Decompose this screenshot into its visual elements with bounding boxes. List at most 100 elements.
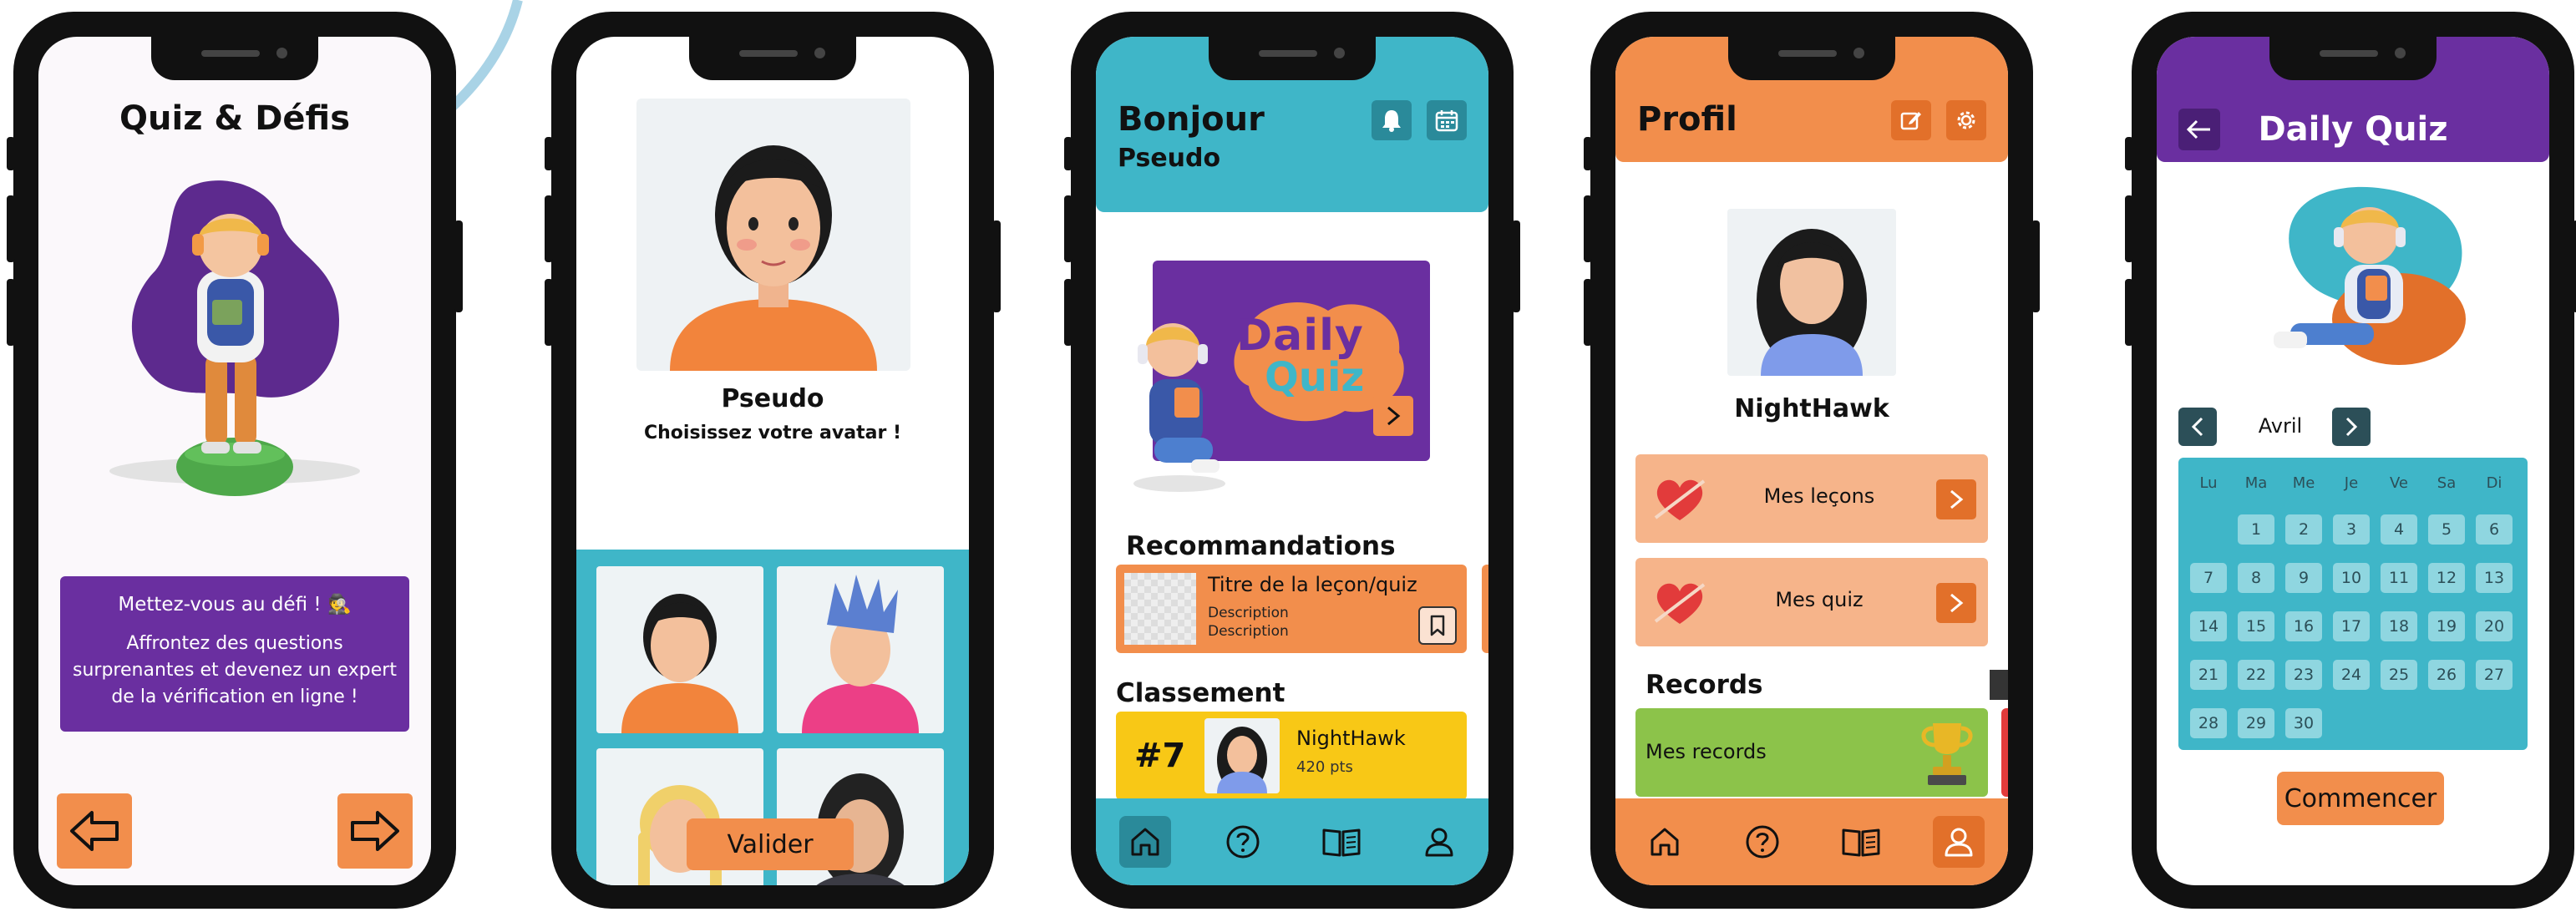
challenge-line2: Affrontez des questions surprenantes et … [73,633,397,707]
next-recommendation-card-peek[interactable] [1482,565,1488,653]
my-records-card[interactable]: Mes records [1635,708,1988,797]
calendar-day[interactable]: 12 [2428,563,2465,593]
my-lessons-row[interactable]: Mes leçons [1635,454,1988,543]
lesson-thumbnail [1124,573,1196,645]
book-icon [1322,828,1361,857]
home-icon [1131,828,1159,856]
page-title: Profil [1637,100,1737,139]
open-lessons-button[interactable] [1936,479,1976,519]
calendar-day[interactable]: 17 [2333,611,2370,641]
chevron-right-icon [2345,417,2358,437]
nav-home[interactable] [1118,816,1171,868]
weekday-label: Ma [2244,474,2268,492]
calendar-day[interactable]: 9 [2285,563,2322,593]
bookmark-icon [1430,615,1445,636]
rank-username: NightHawk [1296,727,1406,750]
previous-button[interactable] [57,793,132,869]
calendar-button[interactable] [1427,100,1467,140]
calendar-day[interactable]: 3 [2333,514,2370,545]
edit-icon [1900,112,1921,130]
avatar-option-2[interactable] [777,566,944,733]
calendar-day[interactable]: 29 [2238,708,2274,738]
next-section-title-peek [1990,670,2008,700]
calendar-day[interactable]: 30 [2285,708,2322,738]
calendar-day[interactable]: 19 [2428,611,2465,641]
selected-avatar [636,99,910,371]
arrow-left-icon [70,811,119,851]
calendar-day[interactable]: 21 [2190,660,2227,690]
settings-icon [1957,111,1975,129]
calendar-day[interactable]: 27 [2476,660,2513,690]
nav-lessons[interactable] [1316,816,1367,868]
start-button[interactable]: Commencer [2277,772,2444,825]
nav-home[interactable] [1639,816,1691,868]
lesson-description-2: Description [1208,623,1289,640]
previous-month-button[interactable] [2178,408,2217,446]
calendar-day[interactable]: 4 [2381,514,2417,545]
weekday-label: Ve [2390,474,2408,492]
nav-profile[interactable] [1933,816,1985,868]
calendar-day[interactable]: 23 [2285,660,2322,690]
calendar-day[interactable]: 5 [2428,514,2465,545]
avatar-option-1[interactable] [596,566,763,733]
greeting-username: Pseudo [1118,144,1221,173]
rank-number: #7 [1134,737,1186,775]
heart-icon [1654,583,1706,624]
calendar-day[interactable]: 24 [2333,660,2370,690]
open-daily-quiz-button[interactable] [1373,396,1413,436]
calendar-day[interactable]: 6 [2476,514,2513,545]
my-quiz-row[interactable]: Mes quiz [1635,558,1988,646]
page-title: Quiz & Défis [119,99,350,138]
chevron-right-icon [1950,593,1964,613]
validate-button[interactable]: Valider [687,818,854,870]
user-icon [1945,828,1973,857]
calendar-day[interactable]: 28 [2190,708,2227,738]
next-button[interactable] [337,793,413,869]
help-icon [1746,825,1779,859]
calendar-day[interactable]: 11 [2381,563,2417,593]
nav-quiz[interactable] [1217,816,1269,868]
calendar-day[interactable]: 10 [2333,563,2370,593]
calendar-day[interactable]: 22 [2238,660,2274,690]
user-icon [1425,828,1453,857]
reading-character [1133,323,1225,492]
next-month-button[interactable] [2332,408,2371,446]
calendar-day[interactable]: 8 [2238,563,2274,593]
chevron-left-icon [2191,417,2203,437]
banner-quiz-text: Quiz [1265,354,1365,401]
calendar-day[interactable]: 26 [2428,660,2465,690]
my-records-label: Mes records [1645,740,1767,763]
weekday-label: Sa [2437,474,2457,492]
ranking-card[interactable]: #7 NightHawk 420 pts [1116,712,1467,800]
calendar-day[interactable]: 15 [2238,611,2274,641]
edit-profile-button[interactable] [1891,100,1931,140]
calendar-day[interactable]: 18 [2381,611,2417,641]
calendar-day[interactable]: 14 [2190,611,2227,641]
calendar-day[interactable]: 16 [2285,611,2322,641]
settings-button[interactable] [1946,100,1986,140]
nav-quiz[interactable] [1737,816,1788,868]
ranking-title: Classement [1116,678,1285,708]
calendar-day[interactable]: 7 [2190,563,2227,593]
nav-profile[interactable] [1413,816,1465,868]
username-label: Pseudo [721,384,824,413]
calendar-day[interactable]: 20 [2476,611,2513,641]
weekday-label: Me [2292,474,2315,492]
calendar-day[interactable]: 2 [2285,514,2322,545]
records-title: Records [1645,670,1763,700]
nav-lessons[interactable] [1835,816,1887,868]
calendar-day[interactable]: 13 [2476,563,2513,593]
bookmark-button[interactable] [1418,606,1457,645]
notifications-button[interactable] [1372,100,1412,140]
heart-icon [1654,479,1706,520]
rank-points: 420 pts [1296,758,1353,776]
open-quiz-button[interactable] [1936,583,1976,623]
calendar-grid: Lu Ma Me Je Ve Sa Di 1 2 3 4 5 6 7 8 9 10 11 12 13 14 15 16 17… [2178,458,2528,750]
next-record-card-peek[interactable] [2001,708,2008,797]
calendar-day[interactable]: 1 [2238,514,2274,545]
calendar-day[interactable]: 25 [2381,660,2417,690]
lesson-title: Titre de la leçon/quiz [1208,573,1417,596]
bell-icon [1382,110,1401,132]
screen-avatar-select: Pseudo Choisissez votre avatar ! Valider [576,37,969,885]
recommendation-card[interactable]: Titre de la leçon/quiz Description Descr… [1116,565,1467,653]
